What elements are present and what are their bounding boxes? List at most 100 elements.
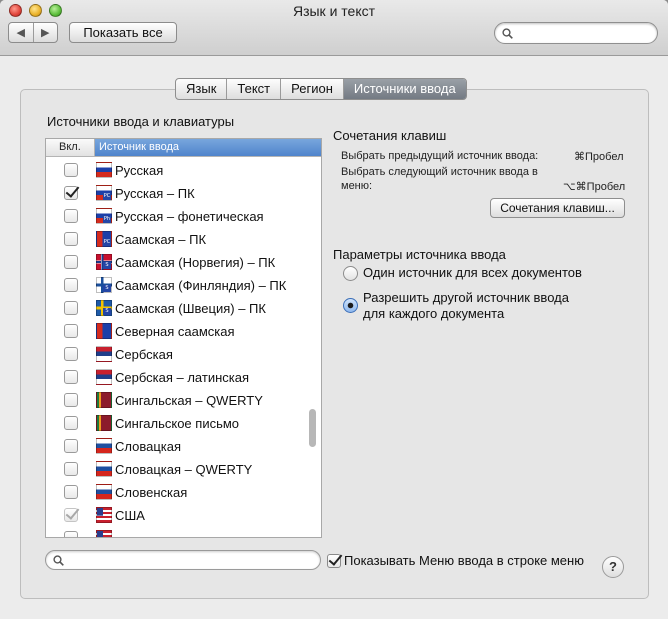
window-title: Язык и текст (292, 3, 376, 19)
enable-checkbox[interactable] (64, 301, 78, 315)
list-item-label: Сербская – латинская (115, 370, 250, 385)
forward-arrow-icon[interactable]: ▶ (34, 23, 58, 42)
next-source-label-line1: Выбрать следующий источник ввода в (341, 166, 538, 178)
flag-icon: S (96, 300, 112, 316)
next-source-label-line2: меню: (341, 180, 373, 192)
input-options-heading: Параметры источника ввода (333, 247, 506, 262)
enable-checkbox[interactable] (64, 416, 78, 430)
search-icon (53, 555, 64, 566)
flag-badge: PC (103, 193, 111, 200)
search-icon (502, 28, 513, 39)
list-item-label: Саамская (Швеция) – ПК (115, 301, 266, 316)
flag-icon: Ph (96, 208, 112, 224)
list-item-label: Сингальское письмо (115, 416, 240, 431)
list-header: Вкл. Источник ввода (46, 139, 321, 157)
list-search-field[interactable] (45, 550, 321, 570)
enable-checkbox[interactable] (64, 209, 78, 223)
flag-icon (96, 507, 112, 523)
enable-checkbox[interactable] (64, 186, 78, 200)
enable-checkbox[interactable] (64, 232, 78, 246)
flag-badge: PC (103, 239, 111, 246)
flag-icon: PC (96, 231, 112, 247)
flag-badge: S (103, 285, 111, 292)
enable-checkbox[interactable] (64, 393, 78, 407)
list-item[interactable]: Сербская – латинская (46, 366, 321, 389)
title-bar: Язык и текст ◀ ▶ Показать все (0, 0, 668, 56)
flag-icon: S (96, 277, 112, 293)
list-item[interactable]: Сингальское письмо (46, 412, 321, 435)
flag-icon (96, 461, 112, 477)
input-sources-list[interactable]: Вкл. Источник ввода Русская PC Русская – П… (45, 138, 322, 538)
column-header-enabled[interactable]: Вкл. (46, 139, 95, 156)
radio-single-source-label: Один источник для всех документов (363, 265, 582, 280)
flag-icon (96, 415, 112, 431)
help-button[interactable]: ? (602, 556, 624, 578)
tab-region[interactable]: Регион (281, 79, 344, 99)
list-item[interactable]: Сингальская – QWERTY (46, 389, 321, 412)
list-item-label: Русская (115, 163, 164, 178)
next-source-shortcut: ⌥⌘Пробел (563, 181, 626, 193)
prev-source-shortcut: ⌘Пробел (574, 151, 624, 163)
show-all-button[interactable]: Показать все (69, 22, 177, 43)
tab-input-sources[interactable]: Источники ввода (343, 79, 466, 99)
flag-icon (96, 392, 112, 408)
list-item[interactable] (46, 527, 321, 537)
enable-checkbox[interactable] (64, 485, 78, 499)
enable-checkbox[interactable] (64, 278, 78, 292)
radio-per-document-source[interactable] (343, 298, 358, 313)
list-item[interactable]: Словенская (46, 481, 321, 504)
enable-checkbox[interactable] (64, 370, 78, 384)
enable-checkbox[interactable] (64, 347, 78, 361)
list-item-label: Словацкая – QWERTY (115, 462, 253, 477)
list-item[interactable]: PC Русская – ПК (46, 182, 321, 205)
prev-source-label: Выбрать предыдущий источник ввода: (341, 150, 539, 162)
enable-checkbox[interactable] (64, 255, 78, 269)
list-item-label: Саамская – ПК (115, 232, 207, 247)
tab-text[interactable]: Текст (227, 79, 282, 99)
enable-checkbox[interactable] (64, 163, 78, 177)
enable-checkbox[interactable] (64, 324, 78, 338)
list-scrollbar-thumb[interactable] (309, 409, 316, 447)
show-input-menu-checkbox[interactable] (327, 554, 341, 568)
list-item-label: Северная саамская (115, 324, 235, 339)
enable-checkbox[interactable] (64, 508, 78, 522)
toolbar-search-field[interactable] (494, 22, 658, 44)
keyboard-shortcuts-button[interactable]: Сочетания клавиш... (490, 198, 625, 218)
list-item[interactable]: S Саамская (Финляндия) – ПК (46, 274, 321, 297)
back-arrow-icon[interactable]: ◀ (9, 23, 34, 42)
list-rows: Русская PC Русская – ПК Ph Русская – фонетич… (46, 159, 321, 537)
list-item[interactable]: S Саамская (Норвегия) – ПК (46, 251, 321, 274)
flag-icon (96, 346, 112, 362)
enable-checkbox[interactable] (64, 439, 78, 453)
preferences-window: Язык и текст ◀ ▶ Показать все Язык Текст… (0, 0, 668, 619)
list-item-label: Русская – фонетическая (115, 209, 264, 224)
input-sources-heading: Источники ввода и клавиатуры (47, 114, 235, 129)
list-item[interactable]: Ph Русская – фонетическая (46, 205, 321, 228)
list-item-label: Русская – ПК (115, 186, 195, 201)
flag-icon (96, 369, 112, 385)
list-item[interactable]: Словацкая (46, 435, 321, 458)
flag-icon (96, 438, 112, 454)
list-item[interactable]: S Саамская (Швеция) – ПК (46, 297, 321, 320)
flag-icon: PC (96, 185, 112, 201)
tab-bar: Язык Текст Регион Источники ввода (175, 78, 467, 100)
flag-icon (96, 162, 112, 178)
show-input-menu-label: Показывать Меню ввода в строке меню (344, 553, 584, 568)
radio-single-source[interactable] (343, 266, 358, 281)
list-item[interactable]: Северная саамская (46, 320, 321, 343)
flag-badge: S (103, 308, 111, 315)
column-header-source[interactable]: Источник ввода (95, 139, 321, 156)
list-item[interactable]: Словацкая – QWERTY (46, 458, 321, 481)
list-item[interactable]: США (46, 504, 321, 527)
enable-checkbox[interactable] (64, 531, 78, 537)
list-item[interactable]: PC Саамская – ПК (46, 228, 321, 251)
radio-per-document-label-line1: Разрешить другой источник ввода (363, 290, 569, 305)
flag-icon (96, 484, 112, 500)
list-item-label: США (115, 508, 145, 523)
tab-language[interactable]: Язык (176, 79, 228, 99)
enable-checkbox[interactable] (64, 462, 78, 476)
flag-icon (96, 323, 112, 339)
list-item[interactable]: Русская (46, 159, 321, 182)
list-item[interactable]: Сербская (46, 343, 321, 366)
list-item-label: Словенская (115, 485, 188, 500)
